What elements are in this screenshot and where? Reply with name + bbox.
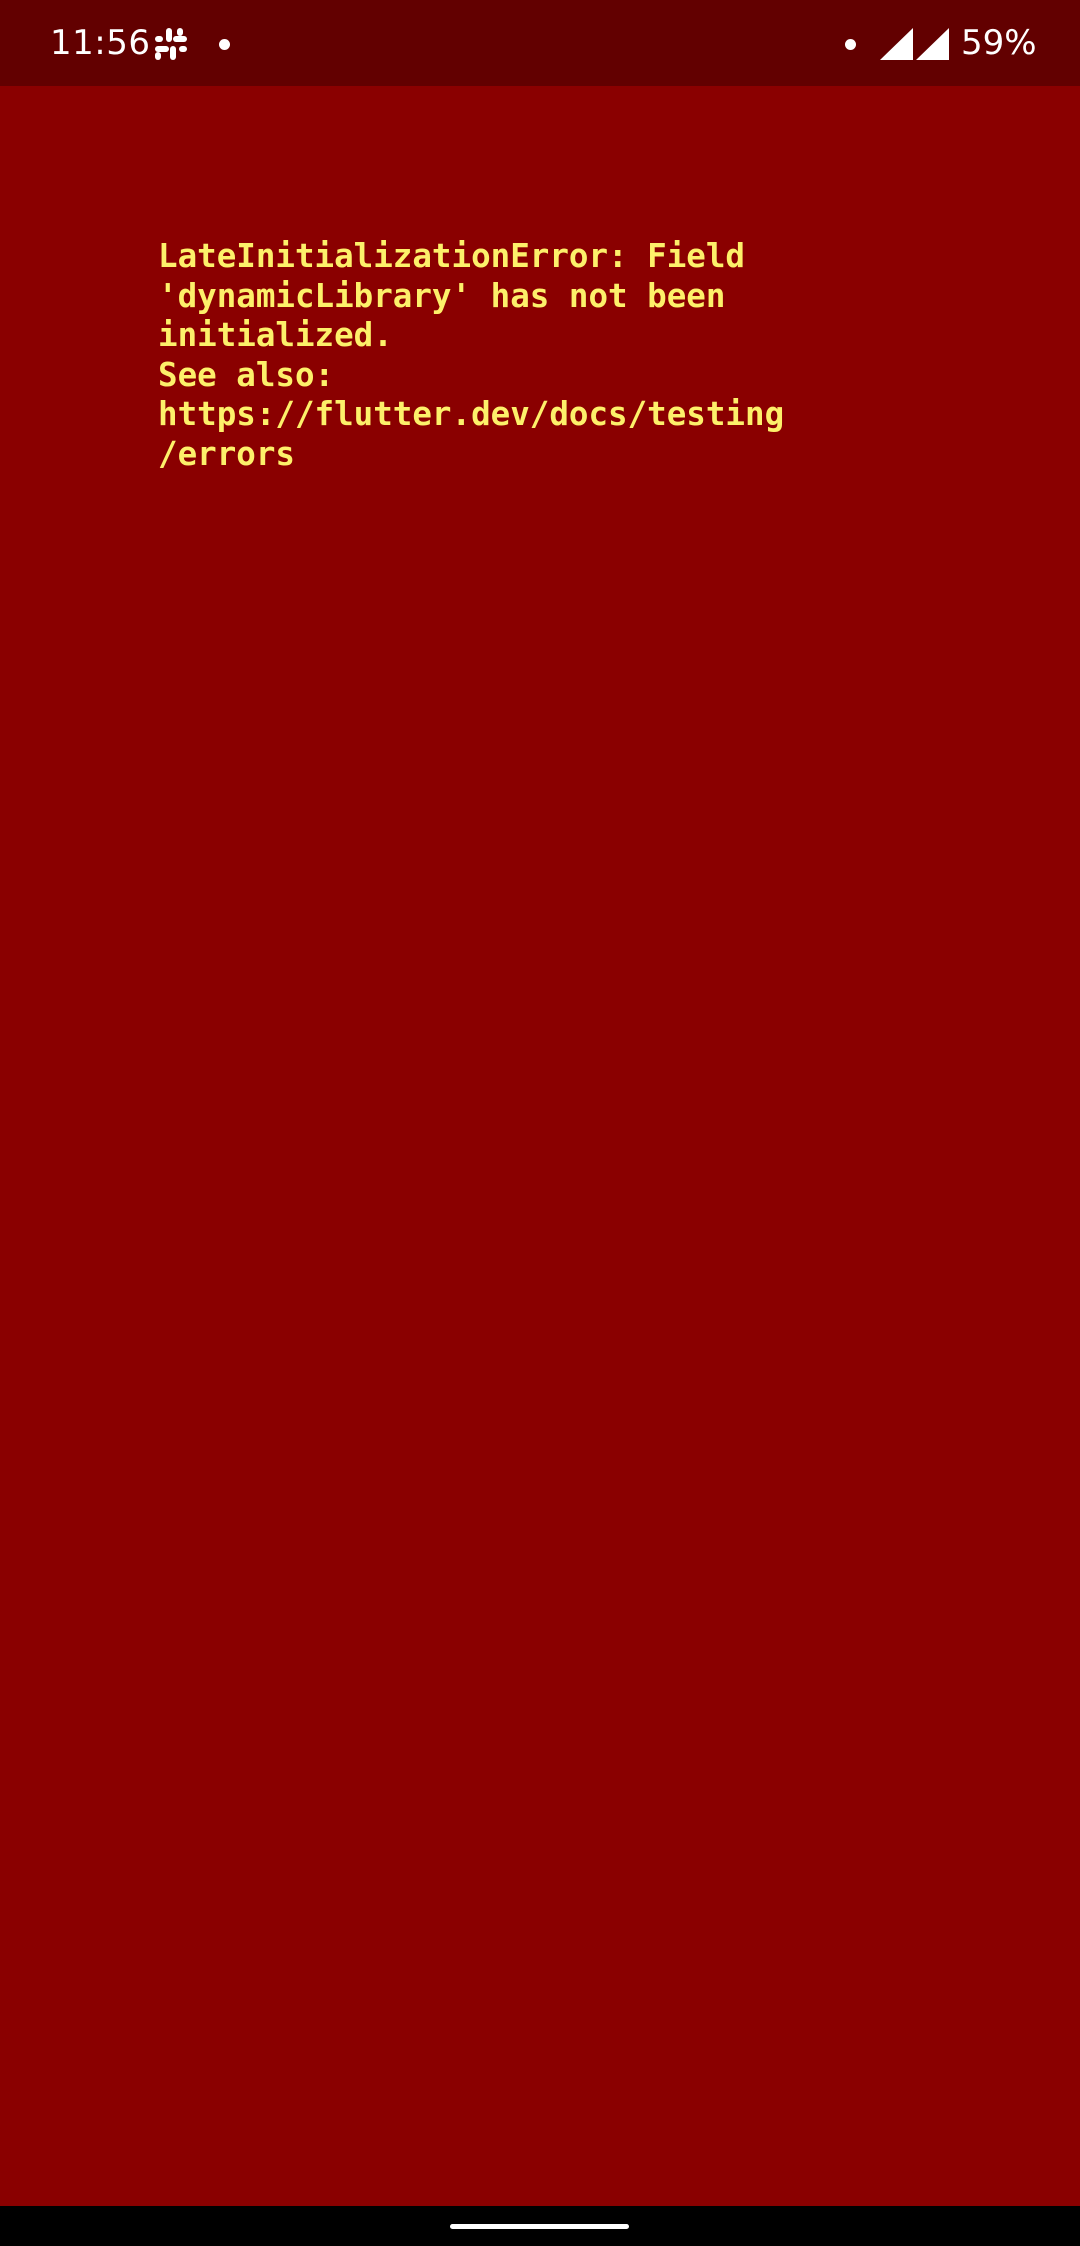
- error-line: initialized.: [158, 316, 393, 355]
- error-message: LateInitializationError: Field 'dynamicL…: [158, 237, 918, 475]
- error-line: See also:: [158, 355, 335, 394]
- status-time: 11:56: [50, 23, 151, 63]
- status-bar: 11:56 59%: [0, 0, 1080, 86]
- notification-dot-icon: [845, 39, 856, 50]
- battery-level: 59%: [961, 23, 1037, 63]
- slack-icon: [155, 28, 187, 60]
- signal-icon: [916, 28, 949, 60]
- signal-icon: [880, 28, 913, 60]
- error-line: LateInitializationError: Field: [158, 237, 745, 275]
- error-link: https://flutter.dev/docs/testing: [158, 395, 785, 434]
- error-line: 'dynamicLibrary' has not been: [158, 276, 726, 315]
- flutter-error-screen: 11:56 59% LateInitializationError: Field…: [0, 0, 1080, 2246]
- home-indicator[interactable]: [450, 2224, 629, 2229]
- navigation-bar: [0, 2206, 1080, 2246]
- notification-dot-icon: [219, 39, 230, 50]
- error-link-continuation: /errors: [158, 434, 295, 473]
